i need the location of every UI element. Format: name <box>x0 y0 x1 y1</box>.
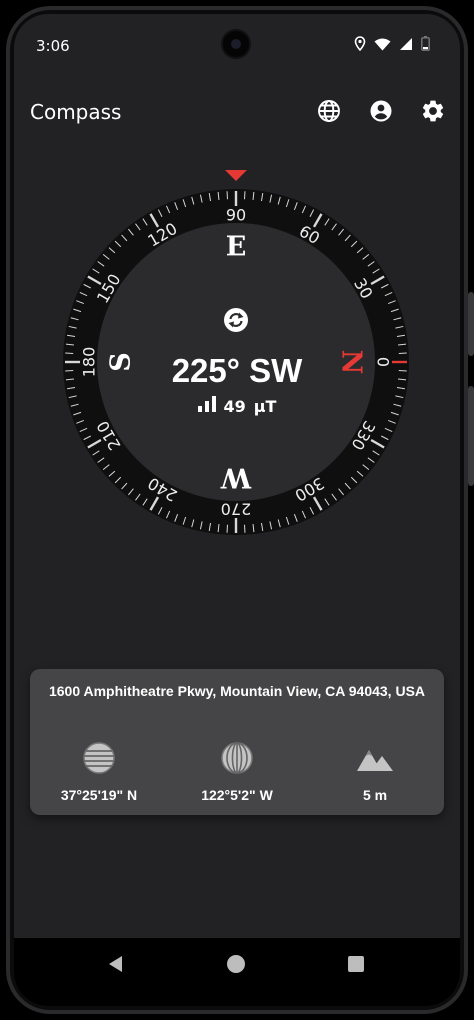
app-title: Compass <box>30 100 122 124</box>
address-text: 1600 Amphitheatre Pkwy, Mountain View, C… <box>48 683 426 699</box>
longitude-stat: 122°5'2" W <box>168 741 306 803</box>
calibrate-icon <box>224 308 248 332</box>
altitude-stat: 5 m <box>306 741 444 803</box>
magnetic-field-readout: 49 µT <box>14 396 460 416</box>
volume-button <box>468 386 474 486</box>
latitude-value: 37°25'19" N <box>60 787 138 803</box>
front-camera <box>223 31 249 57</box>
compass-dial[interactable]: 0 30 60 90 120 150 180 210 240 270 300 330 NESW 225… <box>14 154 460 554</box>
location-icon <box>354 36 366 55</box>
status-time: 3:06 <box>36 37 70 55</box>
latitude-stat: 37°25'19" N <box>30 741 168 803</box>
battery-icon <box>421 36 430 55</box>
longitude-value: 122°5'2" W <box>201 787 273 803</box>
home-button[interactable] <box>206 938 266 990</box>
account-icon[interactable] <box>367 97 395 125</box>
status-icons <box>354 36 430 55</box>
field-value: 49 <box>223 396 246 416</box>
status-bar: 3:06 <box>14 14 460 74</box>
location-card: 1600 Amphitheatre Pkwy, Mountain View, C… <box>30 669 444 815</box>
degree-label: 90 <box>226 206 246 225</box>
back-button[interactable] <box>86 938 146 990</box>
power-button <box>468 292 474 356</box>
wifi-icon <box>374 36 391 55</box>
heading-readout: 225° SW <box>171 352 303 389</box>
mountain-icon <box>306 741 444 775</box>
screen: 3:06 Compass 0 30 60 90 120 150 180 210 … <box>14 14 460 1006</box>
app-bar: Compass <box>14 82 460 138</box>
globe-icon[interactable] <box>315 97 343 125</box>
field-strength-icon <box>197 396 216 416</box>
altitude-value: 5 m <box>362 787 388 803</box>
settings-icon[interactable] <box>419 97 447 125</box>
degree-label: 270 <box>221 500 252 519</box>
cardinal-w: W <box>220 462 252 493</box>
heading-marker <box>225 170 247 181</box>
longitude-icon <box>168 741 306 775</box>
latitude-icon <box>30 741 168 775</box>
navigation-bar <box>14 938 460 1006</box>
recents-button[interactable] <box>326 938 386 990</box>
field-unit: µT <box>253 396 277 416</box>
signal-icon <box>399 36 413 55</box>
cardinal-e: E <box>226 232 247 263</box>
